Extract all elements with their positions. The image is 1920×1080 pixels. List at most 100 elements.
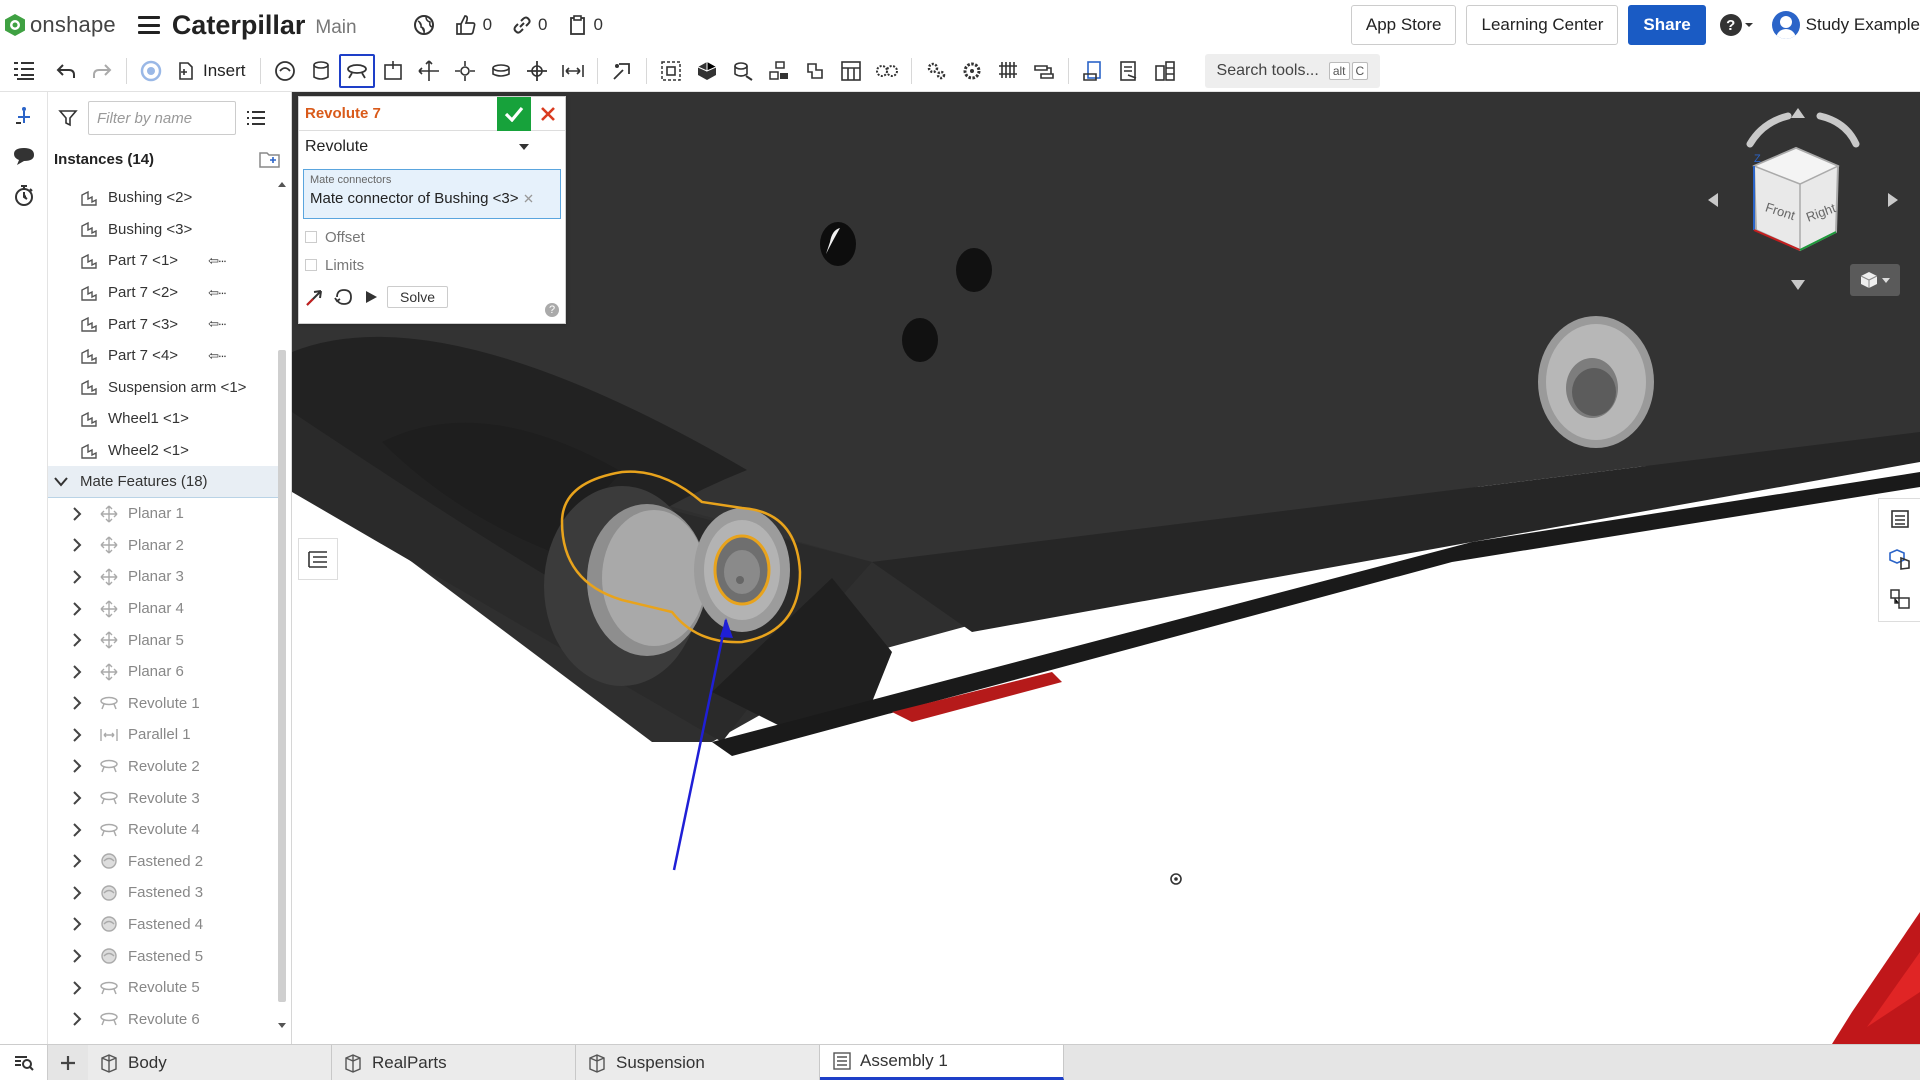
tangent-mate-icon[interactable] [555, 54, 591, 88]
mate-feature-item[interactable]: Planar 1 [48, 498, 278, 530]
chevron-right-icon[interactable] [72, 854, 88, 868]
search-tools-input[interactable]: Search tools... alt C [1204, 53, 1381, 88]
filter-icon[interactable] [58, 108, 78, 128]
scrollbar-thumb[interactable] [278, 350, 286, 1002]
instance-item[interactable]: Wheel1 <1> [48, 403, 278, 435]
named-positions-icon[interactable] [1111, 54, 1147, 88]
dialog-title[interactable]: Revolute 7 [299, 105, 497, 122]
group-icon[interactable] [653, 54, 689, 88]
document-title[interactable]: Caterpillar [172, 10, 306, 41]
mate-connector-icon[interactable] [133, 54, 169, 88]
confirm-button[interactable] [497, 96, 531, 131]
parallel-mate-icon[interactable] [519, 54, 555, 88]
instance-item[interactable]: Wheel2 <1> [48, 435, 278, 467]
mate-feature-item[interactable]: Revolute 1 [48, 688, 278, 720]
mate-feature-item[interactable]: Revolute 6 [48, 1003, 278, 1032]
hamburger-menu-icon[interactable] [137, 16, 160, 34]
bill-of-materials-icon[interactable] [1147, 54, 1183, 88]
mate-feature-item[interactable]: Revolute 3 [48, 782, 278, 814]
chevron-right-icon[interactable] [72, 570, 88, 584]
remove-selection-icon[interactable] [524, 194, 533, 203]
instance-item[interactable]: Bushing <3> [48, 214, 278, 246]
branch-name[interactable]: Main [315, 17, 356, 39]
reorient-secondary-axis-icon[interactable] [333, 287, 355, 307]
section-view-icon[interactable] [1075, 54, 1111, 88]
ball-mate-icon[interactable] [447, 54, 483, 88]
links-button[interactable]: 0 [504, 10, 555, 40]
instance-item[interactable]: Part 7 <1> ⇦∙∙∙ [48, 245, 278, 277]
rack-pinion-icon[interactable] [918, 54, 954, 88]
undo-icon[interactable] [48, 54, 84, 88]
configurations-icon[interactable] [1879, 539, 1920, 579]
mate-feature-item[interactable]: Planar 4 [48, 593, 278, 625]
share-button[interactable]: Share [1628, 5, 1706, 45]
mate-feature-item[interactable]: Planar 5 [48, 624, 278, 656]
mate-feature-item[interactable]: Fastened 2 [48, 845, 278, 877]
mate-feature-item[interactable]: Revolute 2 [48, 751, 278, 783]
limits-checkbox-box[interactable] [305, 259, 317, 271]
mirror-icon[interactable] [797, 54, 833, 88]
appearance-panel-icon[interactable] [1879, 499, 1920, 539]
mate-connector-tool-icon[interactable] [604, 54, 640, 88]
offset-checkbox-box[interactable] [305, 231, 317, 243]
mate-feature-item[interactable]: Fastened 5 [48, 940, 278, 972]
comments-icon[interactable] [0, 136, 48, 176]
chevron-right-icon[interactable] [72, 949, 88, 963]
like-button[interactable]: 0 [447, 10, 500, 40]
chevron-right-icon[interactable] [72, 664, 88, 679]
chevron-right-icon[interactable] [72, 980, 88, 995]
add-tab-button[interactable] [48, 1045, 88, 1080]
chevron-right-icon[interactable] [72, 538, 88, 553]
history-icon[interactable] [0, 176, 48, 216]
tab-assembly-1[interactable]: Assembly 1 [820, 1045, 1064, 1080]
circular-pattern-icon[interactable] [761, 54, 797, 88]
mate-features-section[interactable]: Mate Features (18) [48, 466, 278, 498]
bom-panel-icon[interactable] [1879, 579, 1920, 619]
mate-feature-item[interactable]: Fastened 4 [48, 909, 278, 941]
onshape-logo[interactable]: onshape [4, 12, 116, 38]
linear-pattern-icon[interactable] [725, 54, 761, 88]
mate-values-icon[interactable] [0, 96, 48, 136]
redo-icon[interactable] [84, 54, 120, 88]
instance-item[interactable]: Bushing <2> [48, 182, 278, 214]
mate-feature-item[interactable]: Parallel 1 [48, 719, 278, 751]
globe-icon[interactable] [405, 10, 443, 40]
measure-icon[interactable] [1026, 54, 1062, 88]
chevron-right-icon[interactable] [72, 791, 88, 805]
learning-center-button[interactable]: Learning Center [1466, 5, 1619, 45]
instance-item[interactable]: Part 7 <2> ⇦∙∙∙ [48, 277, 278, 309]
chevron-right-icon[interactable] [72, 507, 88, 521]
mate-list-toggle[interactable] [298, 538, 338, 580]
filter-by-name-input[interactable]: Filter by name [88, 101, 236, 135]
help-menu[interactable]: ? [1719, 14, 1754, 36]
mate-feature-item[interactable]: Fastened 3 [48, 877, 278, 909]
chevron-right-icon[interactable] [72, 633, 88, 647]
feature-list-toggle[interactable] [0, 54, 48, 88]
view-options-button[interactable] [1850, 264, 1900, 296]
user-menu[interactable]: Study Example [1771, 11, 1920, 39]
chevron-right-icon[interactable] [72, 759, 88, 774]
fastened-mate-icon[interactable] [267, 54, 303, 88]
mate-feature-item[interactable]: Planar 6 [48, 656, 278, 688]
app-store-button[interactable]: App Store [1350, 5, 1457, 45]
pin-slot-mate-icon[interactable] [483, 54, 519, 88]
linear-relation-icon[interactable] [990, 54, 1026, 88]
chevron-right-icon[interactable] [72, 917, 88, 932]
chevron-right-icon[interactable] [72, 822, 88, 837]
list-view-icon[interactable] [246, 109, 266, 127]
create-folder-icon[interactable] [259, 149, 281, 169]
mate-feature-item[interactable]: Planar 2 [48, 530, 278, 562]
offset-checkbox[interactable]: Offset [299, 223, 565, 251]
mate-feature-item[interactable]: Revolute 4 [48, 814, 278, 846]
tab-manager-button[interactable] [0, 1045, 48, 1080]
mate-type-select[interactable]: Revolute [305, 131, 565, 163]
tab-body[interactable]: Body [88, 1045, 332, 1080]
chevron-right-icon[interactable] [72, 1012, 88, 1026]
planar-mate-icon[interactable] [411, 54, 447, 88]
mate-feature-item[interactable]: Planar 3 [48, 561, 278, 593]
copies-button[interactable]: 0 [560, 10, 611, 40]
dialog-help-icon[interactable]: ? [545, 303, 559, 317]
explode-icon[interactable] [833, 54, 869, 88]
gear-relation-icon[interactable] [869, 54, 905, 88]
solve-button[interactable]: Solve [387, 286, 449, 308]
